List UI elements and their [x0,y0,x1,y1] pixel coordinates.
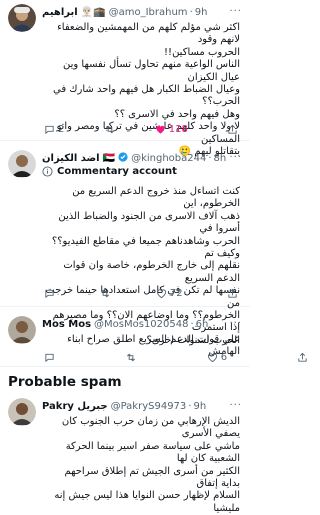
timestamp[interactable]: 6h [196,319,209,330]
timestamp[interactable]: 9h [193,401,206,412]
separator-dot: · [188,400,192,412]
reply-button[interactable] [44,352,55,363]
flag-emoji: 🇸🇩 [102,152,116,164]
tweet[interactable]: اضد الكيزان 🇸🇩 @kinghoba244 · 8h ··· Com… [0,146,250,346]
verified-badge-icon [118,151,128,165]
user-handle[interactable]: @kinghoba244 [131,153,206,164]
user-handle[interactable]: @MosMos1020548 [94,319,188,330]
reply-icon [45,125,54,135]
like-button[interactable]: 72 [156,288,183,299]
reply-icon [45,289,54,299]
reply-button[interactable] [44,288,55,299]
heart-icon [156,289,166,299]
timestamp[interactable]: 9h [195,7,208,18]
text-line: السلام لإظهار حسن النوايا هذا ليس جيش إن… [54,490,240,514]
share-icon [298,352,307,362]
reply-icon [45,353,54,363]
like-button[interactable]: 118 [155,124,188,135]
like-button[interactable]: 6 [207,352,227,363]
share-icon [228,124,237,134]
share-button[interactable] [227,124,238,135]
user-handle[interactable]: @PakryS94973 [111,401,187,412]
display-name[interactable]: اضد الكيزان [42,153,100,164]
repost-button[interactable] [104,124,116,135]
more-options-icon[interactable]: ··· [229,152,242,163]
text-line: الكثير من أسرى الجيش تم إطلاق سراحهم بدا… [64,465,240,490]
text-line: اكثر شي مؤلم كلهم من المهمشين والضعفاء ل… [57,22,240,46]
text-line: وهل فيهم واحد في الاسرى ؟؟ [114,108,240,120]
separator-dot: · [208,152,212,164]
display-name[interactable]: Mos Mos [42,319,91,330]
share-button[interactable] [227,288,238,299]
text-line: ماشي على سياسة صفر اسير بينما الحركة الش… [65,440,240,465]
text-line: نقلهم إلى خارج الخرطوم، خاصة وان قوات ال… [63,260,240,284]
repost-button[interactable] [125,352,137,363]
text-line: الناس الواعية منهم تحاول تسأل نفسها وين … [63,59,240,83]
tweet-actions: 6 [44,352,308,363]
user-handle[interactable]: @amo_Ibrahum [109,7,188,18]
heart-icon [156,125,165,134]
display-name[interactable]: Pakry جبريل [42,401,108,412]
tweet[interactable]: Mos Mos @MosMos1020548 · 6h ··· علي قوات… [0,312,250,357]
section-title-probable-spam: Probable spam [8,374,122,390]
tweet-text: اكثر شي مؤلم كلهم من المهمشين والضعفاء ل… [44,22,240,158]
separator-dot: · [189,6,193,18]
text-line: الديش الإرهابي من زمان حرب الجنوب كان يص… [61,416,240,440]
tweet[interactable]: Pakry جبريل @PakryS94973 · 9h ··· الديش … [0,394,250,514]
like-count: 72 [169,288,183,299]
more-options-icon[interactable]: ··· [229,400,242,411]
like-count: 6 [220,352,228,363]
repost-icon [126,353,135,362]
info-icon [42,166,53,177]
reply-button[interactable]: 2 [44,124,64,135]
more-options-icon[interactable]: ··· [229,6,242,17]
text-line: كنت اتساءل منذ خروج الدعم السريع من الخر… [72,186,240,210]
text-line: الحرب وشاهدناهم جميعا في مقاطع الفيديو؟؟… [51,235,240,260]
tweet[interactable]: ابراهيم 👳🏻‍♂️🕋 @amo_Ibrahum · 9h ··· اكث… [0,0,250,157]
tweet-actions: 2 118 [44,124,238,135]
avatar[interactable] [8,316,36,344]
repost-icon [105,125,114,134]
timestamp[interactable]: 8h [214,153,227,164]
text-line: وعيال الضباط الكبار هل فيهم واحد شارك في… [53,84,240,108]
commentary-label-text: Commentary account [57,166,177,177]
share-icon [228,288,237,298]
avatar[interactable] [8,398,36,426]
text-line: الحروب مساكين!! [164,46,240,58]
name-emoji: 👳🏻‍♂️🕋 [80,6,106,18]
heart-icon [207,353,217,363]
text-line: ذهب آلاف الاسرى من الجنود والضباط الذين … [58,210,240,235]
display-name[interactable]: ابراهيم [42,7,78,18]
divider [0,366,250,367]
repost-button[interactable] [99,288,111,299]
reply-count: 2 [58,124,65,135]
tweet-actions: 72 [44,288,238,299]
avatar[interactable] [8,4,36,32]
avatar[interactable] [8,150,36,178]
commentary-account-label[interactable]: Commentary account [42,166,177,177]
share-button[interactable] [297,352,308,363]
repost-icon [101,289,110,298]
separator-dot: · [190,318,194,330]
tweet-text: الديش الإرهابي من زمان حرب الجنوب كان يص… [44,416,240,515]
more-options-icon[interactable]: ··· [229,318,242,329]
like-count: 118 [168,124,188,135]
